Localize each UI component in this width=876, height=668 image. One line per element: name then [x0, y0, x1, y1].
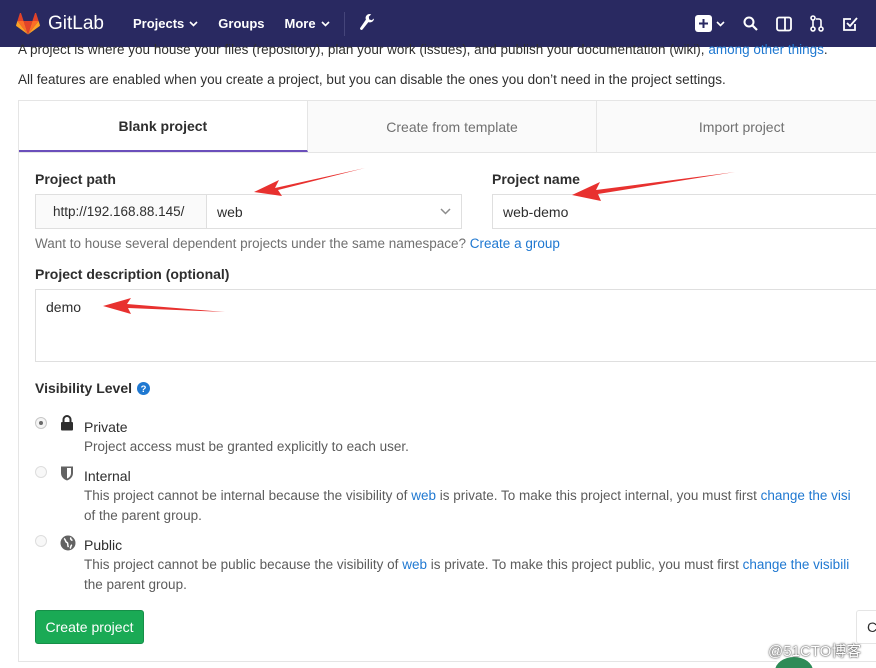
- intro-line1-end: .: [823, 42, 828, 57]
- visibility-public-radio[interactable]: [35, 535, 47, 547]
- new-item-dropdown[interactable]: [695, 15, 725, 32]
- public-desc-text: This project cannot be public because th…: [84, 557, 399, 572]
- internal-desc-text: This project cannot be internal because …: [84, 488, 408, 503]
- internal-desc-mid: is private. To make this project interna…: [439, 488, 757, 503]
- namespace-select-value: web: [217, 204, 243, 220]
- internal-desc-line2: of the parent group.: [84, 508, 202, 523]
- project-description-textarea[interactable]: demo: [35, 289, 876, 362]
- nav-more-label: More: [284, 16, 316, 31]
- visibility-public-desc: This project cannot be public because th…: [84, 555, 849, 595]
- nav-groups-label: Groups: [218, 16, 265, 31]
- brand-name: GitLab: [48, 12, 104, 34]
- nav-divider: [343, 11, 345, 36]
- among-other-things-link[interactable]: among other things: [708, 42, 824, 57]
- visibility-public-title: Public: [84, 537, 123, 553]
- visibility-private-radio[interactable]: [35, 417, 47, 429]
- tab-create-from-template[interactable]: Create from template: [307, 101, 598, 152]
- project-description-label: Project description (optional): [35, 266, 230, 282]
- tab-import-project[interactable]: Import project: [597, 101, 876, 152]
- nav-more[interactable]: More: [285, 16, 330, 31]
- project-path-label: Project path: [35, 171, 116, 187]
- search-icon[interactable]: [743, 16, 758, 31]
- namespace-select[interactable]: web: [206, 194, 462, 229]
- group-hint-text: Want to house several dependent projects…: [35, 236, 467, 251]
- project-path-prefix: http://192.168.88.145/: [35, 194, 207, 229]
- issues-panel-icon[interactable]: [776, 16, 792, 32]
- intro-text: A project is where you house your files …: [18, 42, 828, 57]
- visibility-level-text: Visibility Level: [35, 380, 133, 396]
- public-desc-line2: the parent group.: [84, 577, 187, 592]
- plus-square-icon: [695, 15, 712, 32]
- internal-change-visibility-link[interactable]: change the visi: [761, 488, 851, 503]
- admin-wrench-icon[interactable]: [359, 13, 375, 34]
- visibility-internal-desc: This project cannot be internal because …: [84, 486, 851, 526]
- cancel-button[interactable]: C: [856, 610, 876, 644]
- create-project-button[interactable]: Create project: [35, 610, 144, 644]
- nav-projects[interactable]: Projects: [133, 16, 198, 31]
- chevron-down-icon: [189, 20, 198, 27]
- public-desc-mid: is private. To make this project public,…: [430, 557, 739, 572]
- intro-line1-text: A project is where you house your files …: [18, 42, 705, 57]
- nav-projects-label: Projects: [132, 16, 185, 31]
- public-change-visibility-link[interactable]: change the visibili: [743, 557, 850, 572]
- shield-icon: [60, 465, 74, 484]
- chevron-down-icon: [321, 20, 330, 27]
- project-type-tabs: Blank project Create from template Impor…: [18, 100, 876, 153]
- nav-groups[interactable]: Groups: [218, 16, 264, 31]
- todo-check-icon[interactable]: [842, 16, 858, 32]
- nav-right-icons: [695, 0, 876, 47]
- chevron-down-icon: [716, 20, 725, 27]
- project-name-input[interactable]: web-demo: [492, 194, 876, 229]
- chevron-down-icon: [440, 208, 451, 215]
- gitlab-logo[interactable]: GitLab: [16, 12, 104, 35]
- watermark-text: @51CTO博客: [768, 643, 862, 660]
- svg-text:?: ?: [141, 384, 147, 395]
- tanuki-icon: [16, 12, 40, 34]
- internal-web-link[interactable]: web: [411, 488, 436, 503]
- create-group-link[interactable]: Create a group: [470, 236, 560, 251]
- visibility-private-title: Private: [84, 419, 128, 435]
- visibility-internal-title: Internal: [84, 468, 131, 484]
- lock-icon: [60, 415, 74, 434]
- public-web-link[interactable]: web: [402, 557, 427, 572]
- tab-blank-project[interactable]: Blank project: [19, 101, 308, 152]
- visibility-internal-radio[interactable]: [35, 466, 47, 478]
- merge-request-icon[interactable]: [810, 15, 824, 32]
- group-hint: Want to house several dependent projects…: [35, 236, 560, 251]
- top-navbar: GitLab Projects Groups More: [0, 0, 876, 47]
- visibility-level-label: Visibility Level ?: [35, 380, 151, 396]
- globe-icon: [60, 535, 76, 554]
- intro-features-text: All features are enabled when you create…: [18, 72, 726, 87]
- question-circle-icon[interactable]: ?: [137, 381, 151, 395]
- project-name-label: Project name: [492, 171, 580, 187]
- visibility-private-desc: Project access must be granted explicitl…: [84, 439, 409, 454]
